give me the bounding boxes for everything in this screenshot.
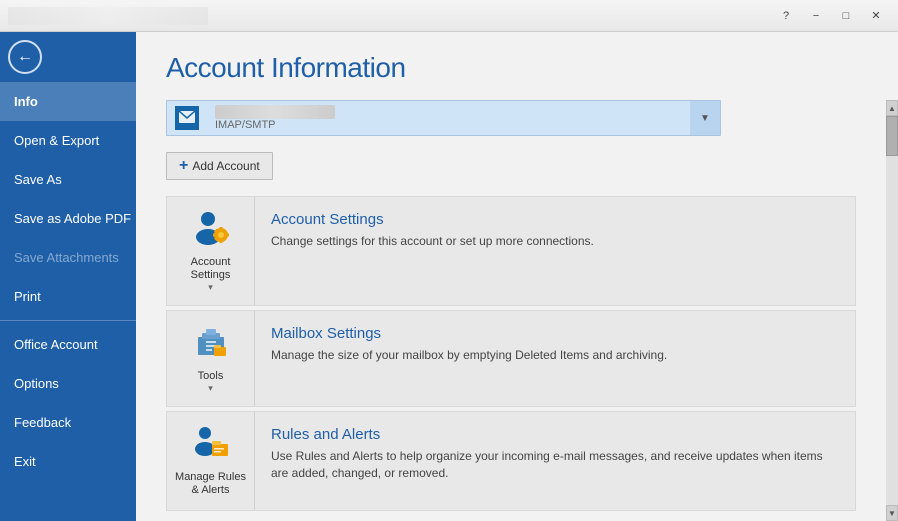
chevron-down-icon: ▼: [700, 113, 710, 124]
account-selector-row: IMAP/SMTP ▼: [166, 100, 856, 136]
add-account-plus-icon: +: [179, 158, 188, 174]
help-button[interactable]: ?: [772, 5, 800, 27]
rules-alerts-icon-area: Manage Rules& Alerts: [167, 412, 255, 509]
scroll-up-icon: ▲: [888, 104, 896, 113]
close-button[interactable]: ✕: [862, 5, 890, 27]
account-settings-svg: [192, 209, 230, 245]
rules-alerts-card[interactable]: Manage Rules& Alerts Rules and Alerts Us…: [166, 411, 856, 510]
account-dropdown[interactable]: IMAP/SMTP ▼: [166, 100, 721, 136]
title-bar: ? − □ ✕: [0, 0, 898, 32]
mail-icon-svg: [179, 111, 195, 125]
sidebar-item-save-adobe[interactable]: Save as Adobe PDF: [0, 199, 136, 238]
main-content: Account Information: [136, 32, 898, 521]
back-arrow-icon: ←: [17, 48, 33, 66]
mailbox-settings-arrow-icon: ▾: [198, 383, 224, 394]
rules-alerts-card-title: Rules and Alerts: [271, 426, 839, 443]
back-button[interactable]: ←: [0, 32, 50, 82]
app-body: ← Info Open & Export Save As Save as Ado…: [0, 32, 898, 521]
rules-alerts-icon-label: Manage Rules& Alerts: [175, 471, 246, 497]
sidebar-label-options: Options: [14, 376, 59, 391]
account-mail-icon: [175, 106, 199, 130]
scrollbar: ▲ ▼: [886, 100, 898, 521]
sidebar-item-office-account[interactable]: Office Account: [0, 325, 136, 364]
sidebar-label-info: Info: [14, 94, 38, 109]
rules-alerts-card-desc: Use Rules and Alerts to help organize yo…: [271, 448, 839, 482]
manage-rules-label: Manage Rules& Alerts: [175, 471, 246, 496]
sidebar-label-save-as: Save As: [14, 172, 62, 187]
mailbox-settings-card-title: Mailbox Settings: [271, 325, 839, 342]
maximize-button[interactable]: □: [832, 5, 860, 27]
account-settings-icon-label: AccountSettings ▾: [191, 256, 231, 293]
content-header: Account Information: [136, 32, 898, 100]
sidebar-label-print: Print: [14, 289, 41, 304]
add-account-label: Add Account: [192, 159, 259, 173]
scroll-thumb-area: [886, 116, 898, 505]
account-dropdown-text-area: IMAP/SMTP: [207, 105, 690, 132]
sidebar-divider: [0, 320, 136, 321]
back-circle-icon: ←: [8, 40, 42, 74]
account-settings-icon: [192, 209, 230, 252]
rules-alerts-icon: [192, 424, 230, 467]
sidebar-item-feedback[interactable]: Feedback: [0, 403, 136, 442]
sidebar-item-exit[interactable]: Exit: [0, 442, 136, 481]
sidebar-item-info[interactable]: Info: [0, 82, 136, 121]
scroll-up-button[interactable]: ▲: [886, 100, 898, 116]
title-bar-left: [8, 7, 208, 25]
sidebar: ← Info Open & Export Save As Save as Ado…: [0, 32, 136, 521]
account-settings-card[interactable]: AccountSettings ▾ Account Settings Chang…: [166, 196, 856, 306]
page-title: Account Information: [166, 52, 868, 84]
sidebar-item-options[interactable]: Options: [0, 364, 136, 403]
scroll-thumb[interactable]: [886, 116, 898, 156]
mailbox-settings-card[interactable]: Tools ▾ Mailbox Settings Manage the size…: [166, 310, 856, 407]
account-settings-card-label: AccountSettings: [191, 256, 231, 281]
rules-alerts-card-content: Rules and Alerts Use Rules and Alerts to…: [255, 412, 855, 496]
account-settings-card-content: Account Settings Change settings for thi…: [255, 197, 855, 264]
mailbox-settings-card-desc: Manage the size of your mailbox by empty…: [271, 347, 839, 364]
account-protocol-label: IMAP/SMTP: [215, 119, 682, 131]
add-account-row: + Add Account: [166, 152, 856, 180]
account-settings-card-desc: Change settings for this account or set …: [271, 233, 839, 250]
rules-alerts-svg: [192, 424, 230, 460]
content-area: IMAP/SMTP ▼ + Add Account: [136, 100, 886, 521]
sidebar-label-save-adobe: Save as Adobe PDF: [14, 211, 131, 226]
sidebar-label-office-account: Office Account: [14, 337, 98, 352]
sidebar-item-save-as[interactable]: Save As: [0, 160, 136, 199]
sidebar-label-open-export: Open & Export: [14, 133, 99, 148]
account-dropdown-icon-area: [167, 101, 207, 135]
sidebar-label-save-attachments: Save Attachments: [14, 250, 119, 265]
mailbox-settings-icon-label: Tools ▾: [198, 370, 224, 394]
mailbox-settings-svg: [192, 323, 230, 359]
account-settings-arrow-icon: ▾: [191, 282, 231, 293]
account-settings-icon-area: AccountSettings ▾: [167, 197, 255, 305]
scroll-down-icon: ▼: [888, 509, 896, 518]
title-decoration: [8, 7, 208, 25]
sidebar-item-print[interactable]: Print: [0, 277, 136, 316]
add-account-button[interactable]: + Add Account: [166, 152, 273, 180]
mailbox-settings-icon-area: Tools ▾: [167, 311, 255, 406]
tools-label: Tools: [198, 370, 224, 382]
sidebar-item-open-export[interactable]: Open & Export: [0, 121, 136, 160]
scroll-down-button[interactable]: ▼: [886, 505, 898, 521]
mailbox-settings-card-content: Mailbox Settings Manage the size of your…: [255, 311, 855, 378]
sidebar-label-feedback: Feedback: [14, 415, 71, 430]
minimize-button[interactable]: −: [802, 5, 830, 27]
sidebar-item-save-attachments: Save Attachments: [0, 238, 136, 277]
account-dropdown-arrow[interactable]: ▼: [690, 101, 720, 135]
mailbox-settings-icon: [192, 323, 230, 366]
sidebar-label-exit: Exit: [14, 454, 36, 469]
account-name-blurred: [215, 105, 335, 119]
title-bar-controls: ? − □ ✕: [772, 5, 890, 27]
account-settings-card-title: Account Settings: [271, 211, 839, 228]
